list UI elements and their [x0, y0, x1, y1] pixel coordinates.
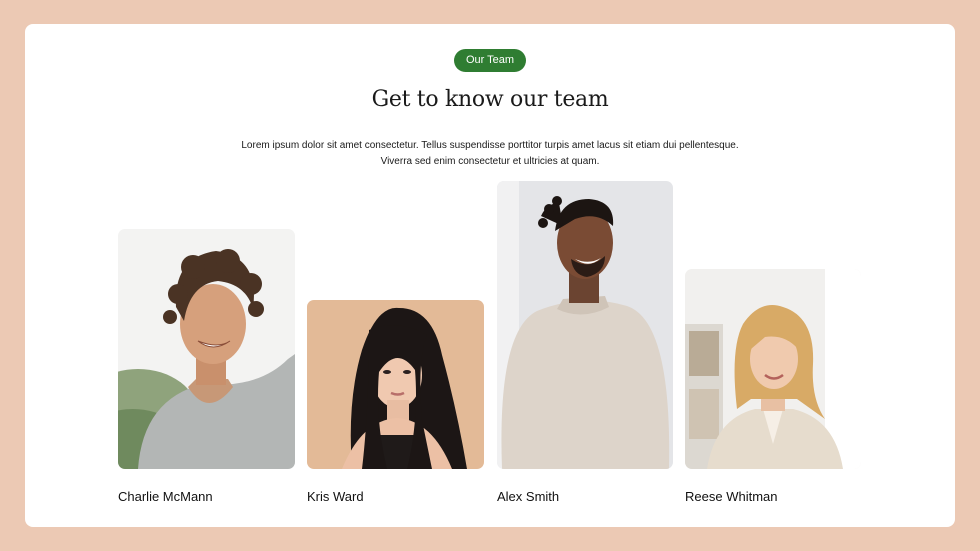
section-description: Lorem ipsum dolor sit amet consectetur. … — [190, 138, 790, 169]
member-name-3: Alex Smith — [497, 489, 560, 504]
member-photo-reese — [685, 269, 861, 469]
section-title: Get to know our team — [371, 87, 609, 112]
member-name-4: Reese Whitman — [685, 489, 778, 504]
our-team-badge: Our Team — [454, 49, 526, 72]
team-section-card: Our Team Get to know our team Lorem ipsu… — [25, 24, 955, 527]
member-name-2: Kris Ward — [307, 489, 364, 504]
description-line-1: Lorem ipsum dolor sit amet consectetur. … — [241, 140, 739, 151]
member-name-1: Charlie McMann — [118, 489, 213, 504]
description-line-2: Viverra sed enim consectetur et ultricie… — [380, 155, 600, 167]
member-photo-charlie — [118, 229, 295, 469]
member-photo-alex — [497, 181, 673, 469]
member-photo-kris — [307, 300, 484, 469]
